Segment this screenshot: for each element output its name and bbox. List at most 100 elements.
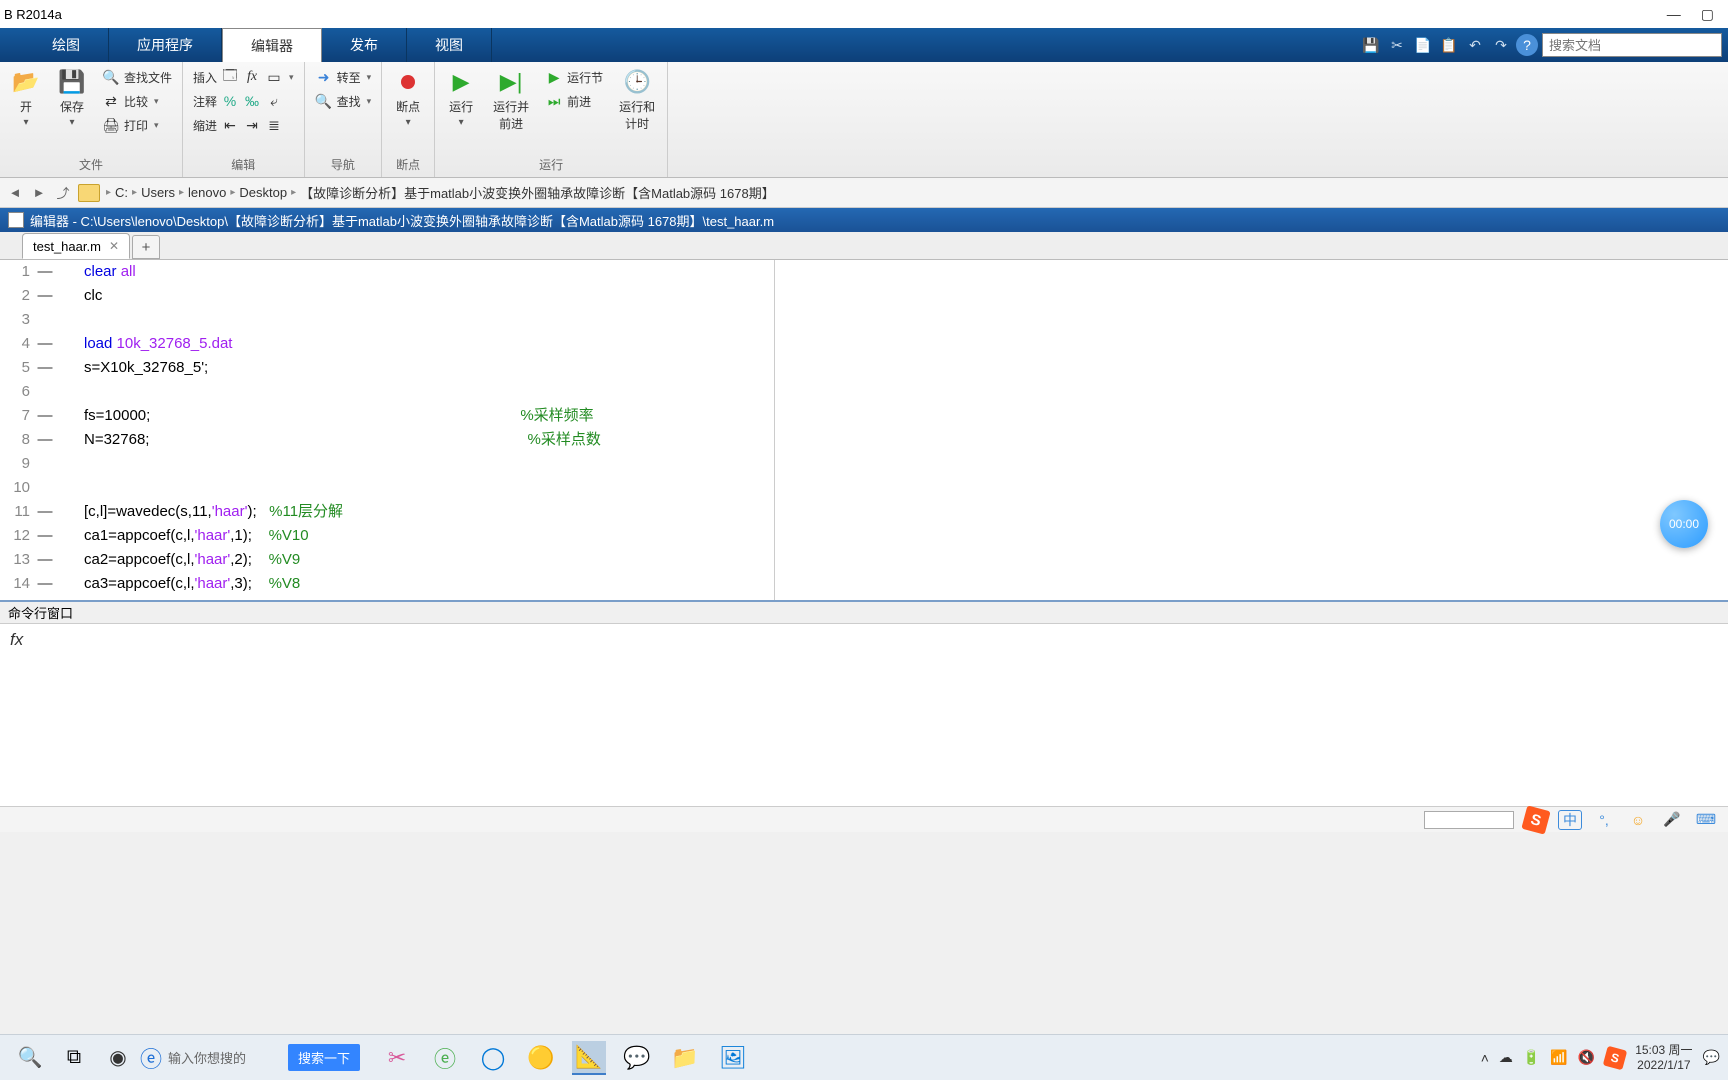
app-photos-icon[interactable]: 🖼 [716, 1041, 750, 1075]
command-window[interactable]: fx [0, 624, 1728, 806]
tray-wifi-icon[interactable]: 📶 [1550, 1049, 1567, 1066]
save-button[interactable]: 💾 保存▾ [52, 66, 92, 130]
find-files-button[interactable]: 🔍查找文件 [98, 66, 176, 88]
app-matlab-icon[interactable]: 📐 [572, 1041, 606, 1075]
timer-bubble[interactable]: 00:00 [1660, 500, 1708, 548]
exec-mark-gutter: —————————— [36, 260, 54, 600]
nav-back-icon[interactable]: ◄ [6, 184, 24, 202]
window-titlebar: B R2014a — ▢ [0, 0, 1728, 28]
window-maximize-button[interactable]: ▢ [1701, 6, 1714, 23]
app-edge-icon[interactable]: ◯ [476, 1041, 510, 1075]
goto-button[interactable]: ➜转至▾ [311, 66, 376, 88]
file-tab-test-haar[interactable]: test_haar.m ✕ [22, 233, 130, 259]
find-button[interactable]: 🔍查找▾ [311, 90, 376, 112]
window-minimize-button[interactable]: — [1667, 6, 1681, 23]
comment-remove-icon: ‰ [243, 92, 261, 110]
tray-expand-icon[interactable]: ˄ [1481, 1050, 1489, 1066]
breadcrumb[interactable]: ▸C: ▸Users ▸lenovo ▸Desktop ▸【故障诊断分析】基于m… [106, 183, 775, 202]
qat-undo-icon[interactable]: ↶ [1464, 34, 1486, 56]
indent-auto-icon: ≣ [265, 116, 283, 134]
window-title: B R2014a [4, 7, 62, 22]
advance-button[interactable]: ⏭前进 [541, 90, 607, 112]
file-tabstrip: test_haar.m ✕ + [0, 232, 1728, 260]
run-section-icon: ▶ [545, 68, 563, 86]
code-area[interactable]: clear all clc load 10k_32768_5.dat s=X10… [54, 260, 1728, 600]
nav-up-icon[interactable]: ⤴ [54, 184, 72, 202]
tab-editor[interactable]: 编辑器 [222, 28, 322, 62]
tray-cloud-icon[interactable]: ☁ [1499, 1049, 1513, 1066]
save-disk-icon: 💾 [58, 68, 86, 96]
qat-help-icon[interactable]: ? [1516, 34, 1538, 56]
insert-button[interactable]: 插入 🗔 fx ▭▾ [189, 66, 298, 88]
open-button[interactable]: 📂 开▾ [6, 66, 46, 130]
taskbar-search-button[interactable]: 搜索一下 [288, 1044, 360, 1071]
group-edit-label: 编辑 [189, 154, 298, 175]
ime-keyboard-icon[interactable]: ⌨ [1694, 810, 1718, 830]
run-advance-icon: ▶| [497, 68, 525, 96]
qat-paste-icon[interactable]: 📋 [1438, 34, 1460, 56]
comment-wrap-icon: ⤶ [265, 92, 283, 110]
fx-icon: fx [243, 68, 261, 86]
indent-right-icon: ⇥ [243, 116, 261, 134]
compare-button[interactable]: ⇄比较▾ [98, 90, 176, 112]
tray-clock[interactable]: 15:03 周一 2022/1/17 [1635, 1043, 1692, 1072]
run-section-button[interactable]: ▶运行节 [541, 66, 607, 88]
tray-volume-icon[interactable]: 🔇 [1578, 1049, 1595, 1066]
obs-icon[interactable]: ◉ [96, 1038, 140, 1078]
qat-cut-icon[interactable]: ✂ [1386, 34, 1408, 56]
close-tab-icon[interactable]: ✕ [109, 239, 119, 253]
tray-sogou-icon[interactable]: S [1603, 1045, 1627, 1069]
find-icon: 🔍 [315, 92, 333, 110]
app-chrome-icon[interactable]: 🟡 [524, 1041, 558, 1075]
qat-redo-icon[interactable]: ↷ [1490, 34, 1512, 56]
breakpoint-button[interactable]: 断点▾ [388, 66, 428, 130]
nav-fwd-icon[interactable]: ► [30, 184, 48, 202]
status-input[interactable] [1424, 811, 1514, 829]
app-wechat-icon[interactable]: 💬 [620, 1041, 654, 1075]
indent-button[interactable]: 缩进 ⇤ ⇥ ≣ [189, 114, 298, 136]
print-button[interactable]: 🖨打印▾ [98, 114, 176, 136]
task-view-icon[interactable]: ⧉ [52, 1038, 96, 1078]
app-360-icon[interactable]: ⓔ [428, 1041, 462, 1075]
command-prompt: fx [10, 630, 23, 649]
comment-button[interactable]: 注释 % ‰ ⤶ [189, 90, 298, 112]
tray-battery-icon[interactable]: 🔋 [1523, 1049, 1540, 1066]
app-snip-icon[interactable]: ✂ [380, 1041, 414, 1075]
tab-plot[interactable]: 绘图 [24, 28, 109, 62]
add-tab-button[interactable]: + [132, 235, 160, 259]
ime-emoji-icon[interactable]: ☺ [1626, 810, 1650, 830]
folder-icon [78, 184, 100, 202]
search-docs-input[interactable] [1542, 33, 1722, 57]
clock-icon: 🕒 [623, 68, 651, 96]
run-button[interactable]: ▶ 运行▾ [441, 66, 481, 130]
code-editor[interactable]: 1234567891011121314 —————————— clear all… [0, 260, 1728, 600]
tab-apps[interactable]: 应用程序 [109, 28, 222, 62]
ribbon-tabstrip: 绘图 应用程序 编辑器 发布 视图 💾 ✂ 📄 📋 ↶ ↷ ? [0, 28, 1728, 62]
editor-panel-title: 编辑器 - C:\Users\lenovo\Desktop\【故障诊断分析】基于… [0, 208, 1728, 232]
indent-left-icon: ⇤ [221, 116, 239, 134]
group-nav-label: 导航 [311, 154, 376, 175]
insert-more-icon: ▭ [265, 68, 283, 86]
taskbar-search-hint[interactable]: 输入你想搜的 [168, 1048, 246, 1067]
qat-save-icon[interactable]: 💾 [1360, 34, 1382, 56]
search-icon[interactable]: 🔍 [8, 1038, 52, 1078]
tray-notifications-icon[interactable]: 💬 [1703, 1049, 1720, 1066]
app-explorer-icon[interactable]: 📁 [668, 1041, 702, 1075]
ime-lang-badge[interactable]: 中 [1558, 810, 1582, 830]
ie-icon[interactable]: ⓔ [140, 1042, 162, 1074]
find-files-icon: 🔍 [102, 68, 120, 86]
sogou-ime-icon[interactable]: S [1521, 805, 1550, 834]
qat-copy-icon[interactable]: 📄 [1412, 34, 1434, 56]
command-window-title: 命令行窗口 [0, 600, 1728, 624]
open-folder-icon: 📂 [12, 68, 40, 96]
ime-voice-icon[interactable]: 🎤 [1660, 810, 1684, 830]
run-time-button[interactable]: 🕒 运行和 计时 [613, 66, 661, 134]
ime-punct-icon[interactable]: °, [1592, 810, 1616, 830]
status-bar: S 中 °, ☺ 🎤 ⌨ [0, 806, 1728, 832]
insert-section-icon: 🗔 [221, 68, 239, 86]
advance-icon: ⏭ [545, 92, 563, 110]
tab-view[interactable]: 视图 [407, 28, 492, 62]
run-advance-button[interactable]: ▶| 运行并 前进 [487, 66, 535, 134]
tab-publish[interactable]: 发布 [322, 28, 407, 62]
windows-taskbar: 🔍 ⧉ ◉ ⓔ 输入你想搜的 搜索一下 ✂ ⓔ ◯ 🟡 📐 💬 📁 🖼 ˄ ☁ … [0, 1034, 1728, 1080]
